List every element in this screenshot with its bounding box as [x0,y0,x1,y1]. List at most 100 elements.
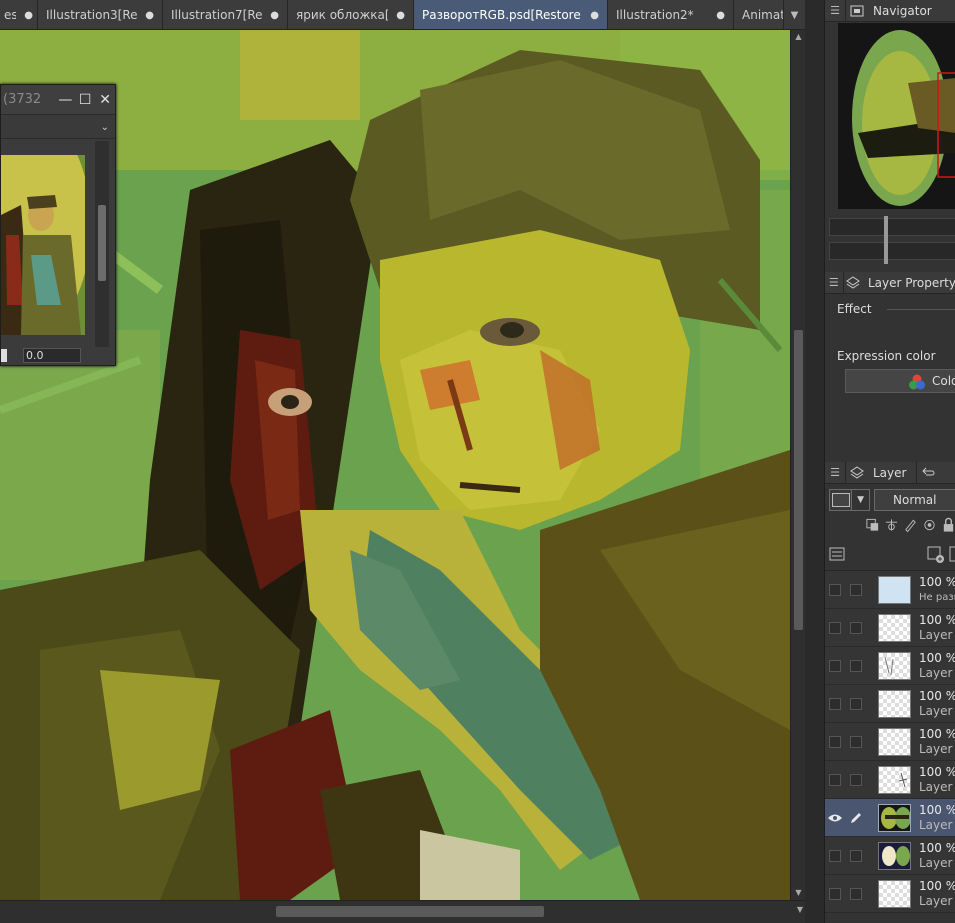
tab-4[interactable]: РазворотRGB.psd[Restore]* ● [414,0,608,29]
edit-lock-toggle[interactable] [845,685,867,723]
layer-opacity: 100 % [919,574,955,589]
canvas-vertical-scrollbar[interactable]: ▲ ▼ [790,30,805,900]
pencil-icon[interactable] [845,799,867,837]
tab-2[interactable]: Illustration7[Res ● [163,0,288,29]
draft-layer-icon[interactable] [903,517,918,533]
slider-knob[interactable] [884,240,888,264]
minimize-icon[interactable]: — [55,92,75,108]
sub-view-image-dropdown[interactable]: ⌄ [1,117,115,139]
blend-mode-select[interactable]: Normal [874,489,955,511]
tab-close-dot-icon[interactable]: ● [590,10,599,21]
chevron-down-icon: ⌄ [100,122,109,133]
edit-lock-toggle[interactable] [845,761,867,799]
edit-lock-toggle[interactable] [845,647,867,685]
mask-lock-icon[interactable] [922,517,937,533]
artwork-painting [0,30,790,900]
undo-history-icon[interactable] [916,462,938,483]
scroll-up-icon[interactable]: ▲ [791,30,806,44]
visibility-toggle[interactable] [825,761,845,799]
canvas-horizontal-scrollbar[interactable]: ▼ [0,900,805,923]
close-icon[interactable]: ✕ [95,92,115,108]
new-folder-icon[interactable] [949,546,955,564]
new-layer-icon[interactable] [927,546,945,564]
layer-row[interactable]: 100 % Layer [825,647,955,685]
tab-label: Illustration3[Res [46,8,138,22]
tab-list-chevron-down-icon[interactable]: ▼ [783,0,805,29]
layer-list-icon[interactable] [829,546,845,562]
lock-icon[interactable] [941,517,955,533]
layer-opacity: 100 % [919,802,955,817]
panel-menu-icon[interactable]: ☰ [825,466,845,479]
tab-5[interactable]: Illustration2* ● [608,0,734,29]
navigator-preview[interactable] [838,23,955,209]
visibility-toggle[interactable] [825,685,845,723]
tab-close-dot-icon[interactable]: ● [716,10,725,21]
visibility-toggle[interactable] [825,723,845,761]
clip-icon[interactable] [865,517,880,533]
layer-row[interactable]: 100 % Layer [825,761,955,799]
expression-color-label: Expression color [837,349,936,363]
layer-row[interactable]: 100 % Не размыв [825,571,955,609]
chevron-down-icon[interactable]: ▼ [852,489,871,511]
zoom-field[interactable]: 0.0 [23,347,81,363]
layer-row[interactable]: 100 % Layer [825,837,955,875]
layer-thumbnail [877,613,911,642]
layer-row-selected[interactable]: 100 % Layer [825,799,955,837]
navigator-zoom-slider[interactable] [829,216,955,240]
layer-row[interactable]: 100 % Layer [825,685,955,723]
sub-view-scroll-thumb[interactable] [98,205,106,281]
tab-close-dot-icon[interactable]: ● [24,10,33,21]
scroll-down-icon[interactable]: ▼ [797,905,803,914]
visibility-toggle[interactable] [825,837,845,875]
maximize-icon[interactable]: ☐ [75,92,95,108]
reference-layer-icon[interactable] [884,517,899,533]
edit-lock-toggle[interactable] [845,609,867,647]
edit-lock-toggle[interactable] [845,723,867,761]
visibility-toggle[interactable] [825,647,845,685]
edit-lock-toggle[interactable] [845,837,867,875]
color-circles-icon [909,374,925,390]
layer-opacity: 100 % [919,688,955,703]
sub-view-zoom-bar: 0.0 [1,345,117,365]
layer-panel: ☰ Layer ▼ Normal 100 % Не раз 100 % Laye… [825,462,955,923]
layer-color-swatch[interactable] [829,489,853,511]
visibility-toggle[interactable] [825,571,845,609]
visibility-toggle[interactable] [825,875,845,913]
visibility-toggle[interactable] [825,609,845,647]
tab-0[interactable]: es ● [0,0,38,29]
panel-menu-icon[interactable]: ☰ [825,4,845,17]
tab-close-dot-icon[interactable]: ● [145,10,154,21]
layer-row[interactable]: 100 % Layer [825,875,955,913]
color-button[interactable]: Color [845,369,955,393]
tab-close-dot-icon[interactable]: ● [270,10,279,21]
layer-row[interactable]: 100 % Layer [825,723,955,761]
slider-knob[interactable] [884,216,888,240]
sub-view-scrollbar[interactable] [95,141,109,347]
layer-tool-row [825,542,955,566]
edit-lock-toggle[interactable] [845,571,867,609]
tab-1[interactable]: Illustration3[Res ● [38,0,163,29]
layer-panel-header[interactable]: ☰ Layer [825,462,955,484]
layer-property-header[interactable]: ☰ Layer Property [825,272,955,294]
navigator-header[interactable]: ☰ Navigator [825,0,955,22]
tab-label: Illustration7[Res [171,8,263,22]
scroll-down-icon[interactable]: ▼ [791,886,806,900]
panel-menu-icon[interactable]: ☰ [825,276,843,289]
tab-3[interactable]: ярик обложка[i ● [288,0,414,29]
zoom-slider-handle[interactable] [1,348,7,362]
navigator-rotate-slider[interactable] [829,240,955,264]
vertical-scroll-thumb[interactable] [794,330,803,630]
color-button-label: Color [932,374,955,388]
layer-opacity: 100 % [919,764,955,779]
layer-row[interactable]: 100 % Layer [825,609,955,647]
edit-lock-toggle[interactable] [845,875,867,913]
sub-view-titlebar[interactable]: (3732 — ☐ ✕ [1,85,115,115]
navigator-sliders [829,216,955,268]
tab-close-dot-icon[interactable]: ● [396,10,405,21]
navigator-thumbnail [838,23,955,209]
eye-icon[interactable] [825,799,845,837]
canvas-area[interactable] [0,30,790,900]
layer-thumbnail [877,765,911,794]
layer-opacity: 100 % [919,878,955,893]
horizontal-scroll-thumb[interactable] [276,906,544,917]
